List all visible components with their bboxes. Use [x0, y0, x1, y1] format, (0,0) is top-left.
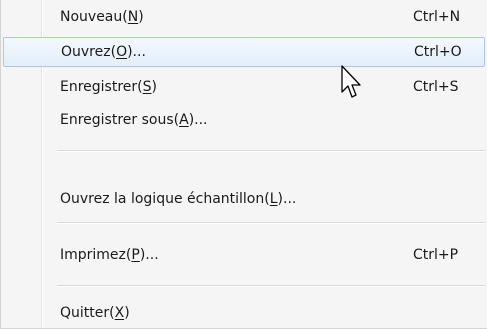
menu-item-open-sample-logic[interactable]: Ouvrez la logique échantillon(L)...: [3, 184, 485, 214]
menu-item-open[interactable]: Ouvrez(O)... Ctrl+O: [3, 37, 485, 67]
menu-item-print-shortcut: Ctrl+P: [413, 247, 459, 263]
menu-separator: [57, 285, 485, 287]
menu-item-quit-label: Quitter(X): [60, 305, 130, 321]
menu-item-quit[interactable]: Quitter(X): [3, 298, 485, 328]
menu-item-new-shortcut: Ctrl+N: [413, 9, 461, 25]
menu-separator: [57, 222, 485, 224]
menu-item-save-as-label: Enregistrer sous(A)...: [60, 112, 208, 128]
arrow-cursor-icon: [341, 65, 361, 98]
menu-item-open-shortcut: Ctrl+O: [414, 44, 462, 60]
menu-item-open-label: Ouvrez(O)...: [61, 44, 146, 60]
menu-item-new-label: Nouveau(N): [60, 9, 144, 25]
menu-item-print-label: Imprimez(P)...: [60, 247, 159, 263]
menu-item-save-as[interactable]: Enregistrer sous(A)...: [3, 105, 485, 135]
menu-item-new[interactable]: Nouveau(N) Ctrl+N: [3, 2, 485, 32]
file-menu: Nouveau(N) Ctrl+N Ouvrez(O)... Ctrl+O En…: [0, 0, 487, 329]
menu-item-print[interactable]: Imprimez(P)... Ctrl+P: [3, 240, 485, 270]
menu-item-save-label: Enregistrer(S): [60, 79, 157, 95]
menu-item-open-sample-logic-label: Ouvrez la logique échantillon(L)...: [60, 191, 297, 207]
menu-item-save[interactable]: Enregistrer(S) Ctrl+S: [3, 72, 485, 102]
menu-item-save-shortcut: Ctrl+S: [413, 79, 459, 95]
menu-separator: [57, 150, 485, 152]
